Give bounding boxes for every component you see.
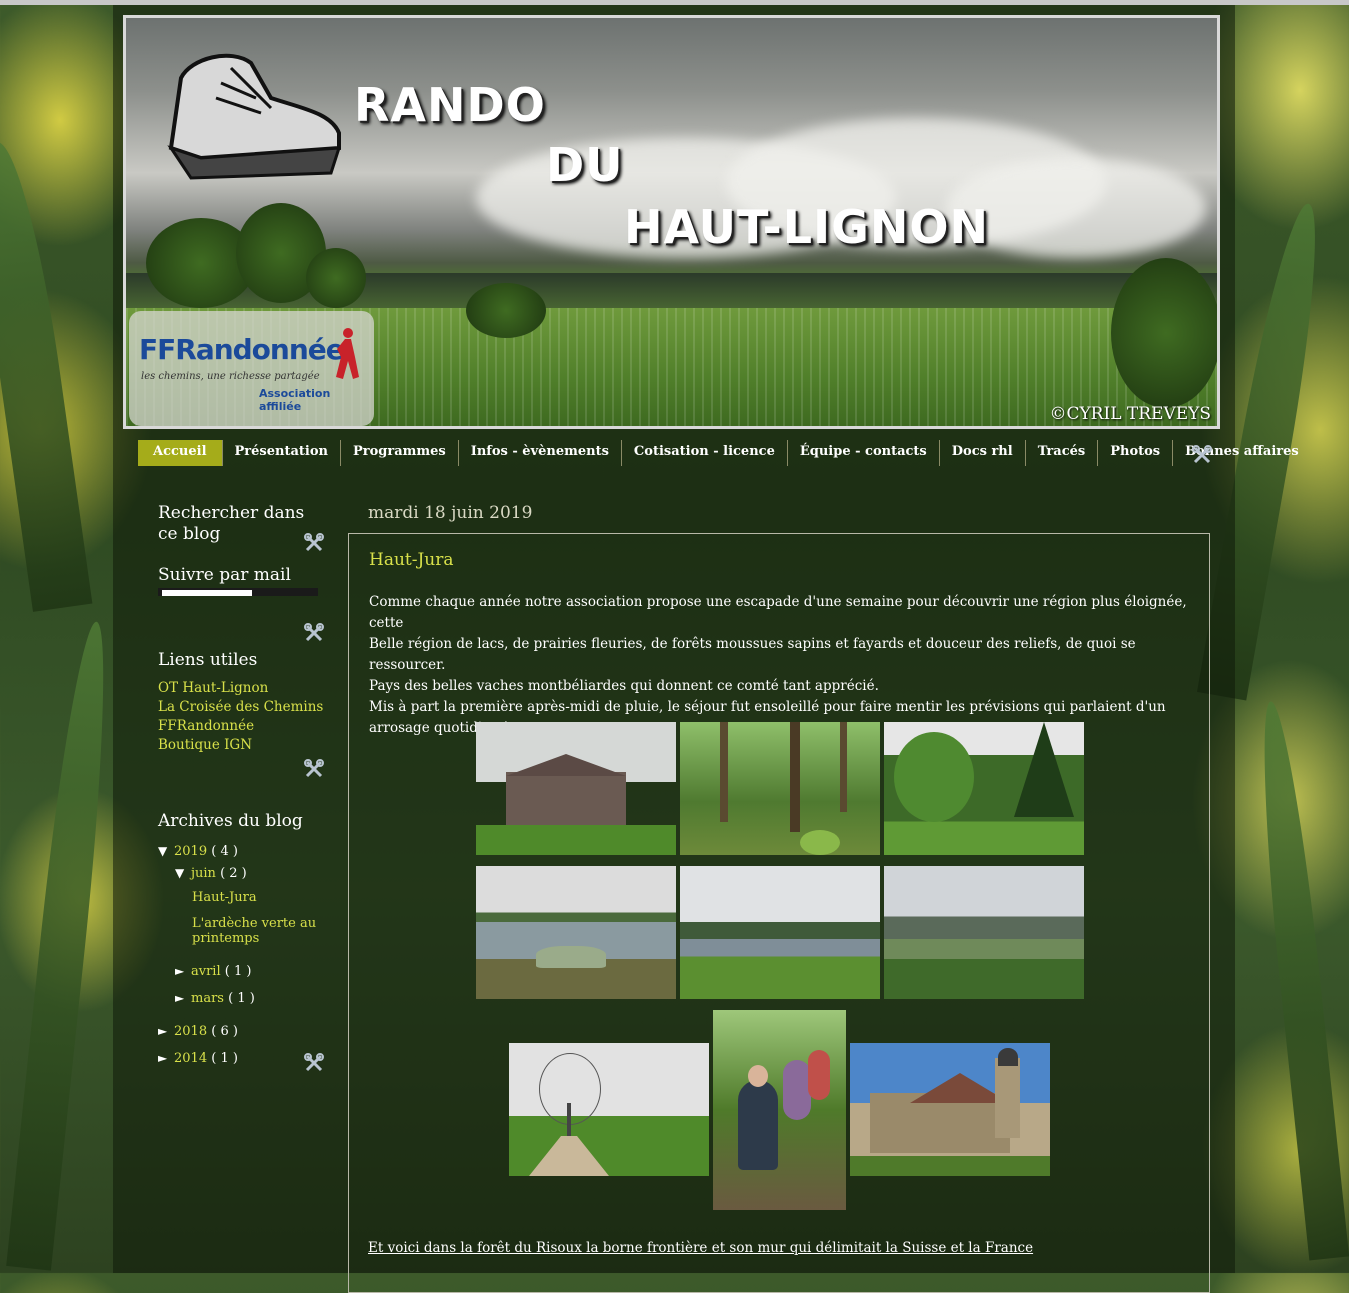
main-nav: Accueil Présentation Programmes Infos - …	[138, 440, 1311, 466]
hiker-icon	[336, 328, 359, 379]
photo-trees[interactable]	[884, 722, 1084, 855]
wrench-icon[interactable]	[304, 759, 324, 779]
nav-photos[interactable]: Photos	[1098, 440, 1174, 466]
links-list: OT Haut-Lignon La Croisée des Chemins FF…	[158, 679, 338, 755]
photo-path-tree[interactable]	[509, 1043, 709, 1176]
post-paragraph: Belle région de lacs, de prairies fleuri…	[369, 636, 1136, 673]
ffrandonnee-badge: FFRandonnée les chemins, une richesse pa…	[129, 311, 374, 426]
nav-traces[interactable]: Tracés	[1026, 440, 1099, 466]
copyright: ©CYRIL TREVEYS	[1049, 404, 1211, 424]
sidebar: Rechercher dans ce blog Suivre par mail …	[158, 503, 338, 755]
archive-mars[interactable]: ► mars ( 1 )	[175, 991, 255, 1006]
nav-docs[interactable]: Docs rhl	[940, 440, 1026, 466]
background-leaf	[6, 619, 119, 1271]
archive-widget-title: Archives du blog	[158, 811, 303, 831]
link-boutique-ign[interactable]: Boutique IGN	[158, 736, 338, 755]
photo-lake-boat[interactable]	[476, 866, 676, 999]
photo-hikers[interactable]	[713, 1010, 846, 1210]
triangle-right-icon[interactable]: ►	[158, 1051, 174, 1065]
photo-church[interactable]	[850, 1043, 1050, 1176]
post-paragraph: Pays des belles vaches montbéliardes qui…	[369, 678, 879, 694]
photo-valley[interactable]	[884, 866, 1084, 999]
post-title[interactable]: Haut-Jura	[369, 550, 454, 570]
archive-post-haut-jura[interactable]: Haut-Jura	[192, 890, 257, 905]
archive-2018[interactable]: ► 2018 ( 6 )	[158, 1024, 238, 1039]
nav-cotisation[interactable]: Cotisation - licence	[622, 440, 788, 466]
background-leaf	[1250, 699, 1349, 1261]
nav-infos[interactable]: Infos - èvènements	[459, 440, 622, 466]
archive-avril[interactable]: ► avril ( 1 )	[175, 964, 251, 979]
email-field-strip[interactable]	[158, 588, 318, 596]
photo-lake-view[interactable]	[680, 866, 880, 999]
link-croisee-chemins[interactable]: La Croisée des Chemins	[158, 698, 338, 717]
triangle-right-icon[interactable]: ►	[158, 1024, 174, 1038]
triangle-down-icon[interactable]: ▼	[158, 844, 174, 858]
nav-programmes[interactable]: Programmes	[341, 440, 459, 466]
archive-post-ardeche[interactable]: L'ardèche verte au printemps	[192, 916, 322, 946]
archive-juin[interactable]: ▼ juin ( 2 )	[175, 866, 247, 881]
archive-2019[interactable]: ▼ 2019 ( 4 )	[158, 844, 238, 859]
photo-forest[interactable]	[680, 722, 880, 855]
title-du: DU	[546, 138, 624, 192]
post-body: Comme chaque année notre association pro…	[369, 592, 1199, 739]
email-field[interactable]	[162, 590, 252, 596]
nav-accueil[interactable]: Accueil	[138, 440, 223, 466]
title-haut-lignon: HAUT-LIGNON	[624, 200, 990, 254]
wrench-icon[interactable]	[304, 1053, 324, 1073]
photo-farmhouse[interactable]	[476, 722, 676, 855]
archive-2014[interactable]: ► 2014 ( 1 )	[158, 1051, 238, 1066]
link-ffrandonnee[interactable]: FFRandonnée	[158, 717, 338, 736]
post-paragraph: Comme chaque année notre association pro…	[369, 594, 1187, 631]
follow-widget-title: Suivre par mail	[158, 565, 291, 585]
header-banner[interactable]: RANDO DU HAUT-LIGNON FFRandonnée les che…	[123, 15, 1220, 429]
link-ot-haut-lignon[interactable]: OT Haut-Lignon	[158, 679, 338, 698]
nav-presentation[interactable]: Présentation	[223, 440, 341, 466]
post-date: mardi 18 juin 2019	[368, 503, 533, 523]
background-leaf	[0, 138, 93, 612]
ffr-affiliation: Association affiliée	[259, 387, 331, 413]
triangle-right-icon[interactable]: ►	[175, 991, 191, 1005]
post-footnote: Et voici dans la forêt du Risoux la born…	[368, 1240, 1034, 1256]
triangle-down-icon[interactable]: ▼	[175, 866, 191, 880]
ffr-tagline: les chemins, une richesse partagée	[141, 371, 320, 382]
links-widget-title: Liens utiles	[158, 650, 258, 670]
wrench-icon[interactable]	[1192, 445, 1212, 465]
triangle-right-icon[interactable]: ►	[175, 964, 191, 978]
title-rando: RANDO	[354, 78, 546, 132]
search-widget-title: Rechercher dans ce blog	[158, 503, 305, 544]
boot-logo-icon	[167, 53, 341, 180]
ffr-name: FFRandonnée	[139, 333, 345, 366]
nav-equipe[interactable]: Équipe - contacts	[788, 440, 940, 466]
